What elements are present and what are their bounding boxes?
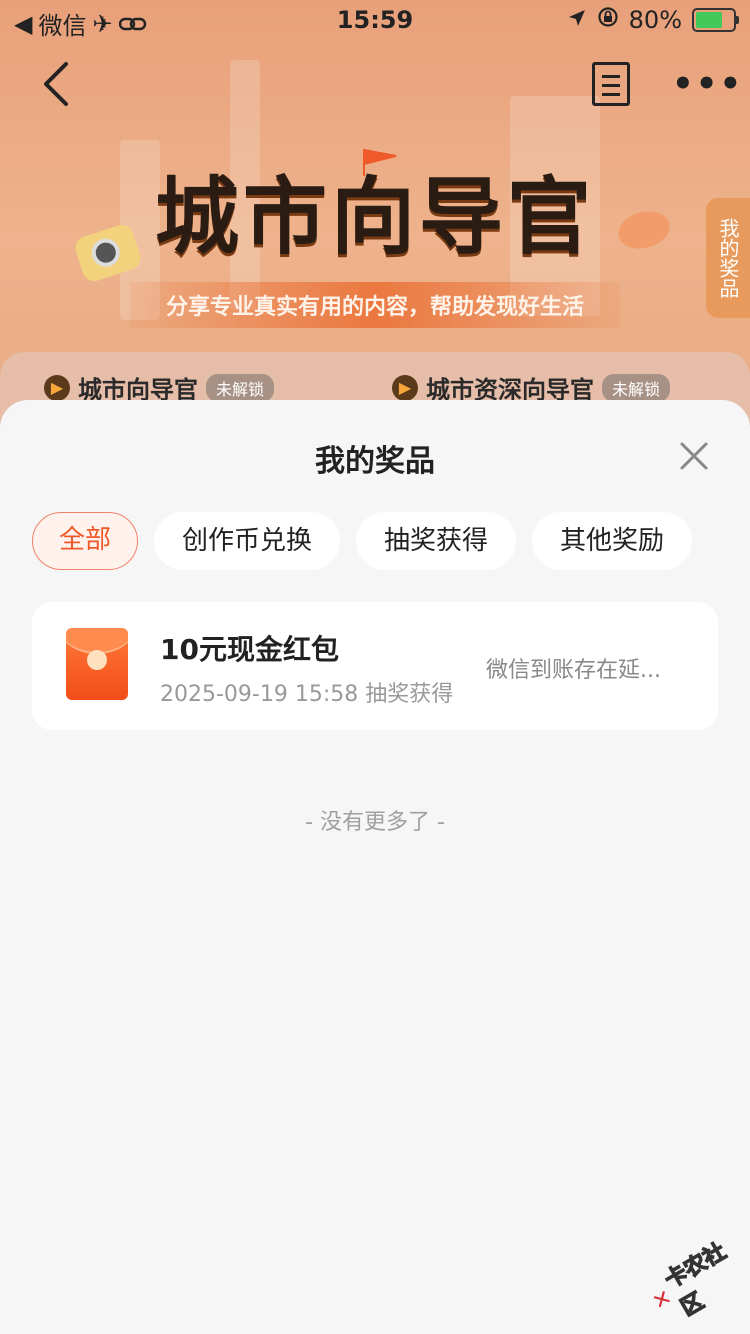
prize-status: 微信到账存在延... [486,658,661,683]
hero-subtitle: 分享专业真实有用的内容，帮助发现好生活 [165,295,584,320]
my-prizes-side-tab[interactable]: 我的奖品 [706,198,750,318]
filter-chip-lottery[interactable]: 抽奖获得 [356,512,516,570]
close-icon[interactable] [676,438,712,474]
lock-status-badge: 未解锁 [206,373,275,402]
end-of-list-text: - 没有更多了 - [305,810,445,835]
status-bar: ◀ 微信 ✈ 15:59 80% [0,0,750,40]
badge-icon: ▶ [44,374,70,401]
document-icon[interactable] [592,62,630,106]
badge-icon: ▶ [392,374,418,401]
location-arrow-icon [567,6,587,34]
prize-source: 抽奖获得 [365,682,454,707]
prize-name: 10元现金红包 [160,633,339,666]
filter-chip-all[interactable]: 全部 [32,512,138,570]
red-packet-icon [66,628,128,700]
status-right: 80% [567,6,739,34]
filter-chip-other[interactable]: 其他奖励 [532,512,692,570]
prize-time: 2025-09-19 15:58 [160,682,359,707]
back-arrow-icon[interactable] [38,60,74,108]
battery-percent: 80% [628,6,682,34]
my-prizes-sheet: 我的奖品 全部 创作币兑换 抽奖获得 其他奖励 10元现金红包 2025-09-… [0,400,750,1334]
flag-icon [360,148,400,178]
rotation-lock-icon [597,6,619,34]
sheet-title: 我的奖品 [315,444,435,479]
prize-meta: 2025-09-19 15:58 抽奖获得 [160,676,453,708]
battery-icon [692,8,739,32]
more-dots-icon[interactable]: ••• [672,67,743,101]
lock-status-badge: 未解锁 [602,373,671,402]
prize-list-item[interactable]: 10元现金红包 2025-09-19 15:58 抽奖获得 微信到账存在延... [32,602,718,730]
filter-chip-coin-exchange[interactable]: 创作币兑换 [154,512,340,570]
